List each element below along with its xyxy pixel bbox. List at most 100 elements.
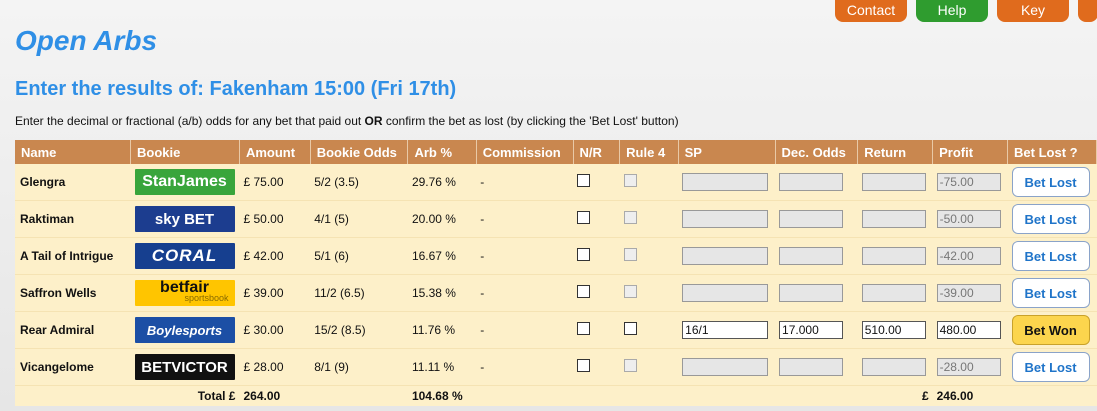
bet-lost-button[interactable]: Bet Lost xyxy=(1011,241,1090,271)
table-row: Raktiman sky BET £ 50.00 4/1 (5) 20.00 %… xyxy=(15,200,1097,238)
dec-cell xyxy=(775,237,858,275)
col-rule4: Rule 4 xyxy=(619,140,679,164)
return-cell xyxy=(857,348,933,386)
action-cell: Bet Lost xyxy=(1007,200,1097,238)
amount: £ 39.00 xyxy=(239,274,311,312)
rule4-cell xyxy=(619,200,679,238)
bet-won-button[interactable]: Bet Won xyxy=(1011,315,1090,345)
results-subtitle: Enter the results of: Fakenham 15:00 (Fr… xyxy=(15,78,457,100)
nr-checkbox[interactable] xyxy=(577,322,591,335)
betfair-logo: betfair sportsbook xyxy=(134,279,235,306)
col-sp: SP xyxy=(678,140,776,164)
return-input xyxy=(861,358,926,376)
dec-cell xyxy=(775,200,858,238)
commission: - xyxy=(476,311,574,349)
bookie-odds: 4/1 (5) xyxy=(310,200,408,238)
nr-cell xyxy=(573,274,620,312)
bet-lost-button[interactable]: Bet Lost xyxy=(1011,204,1090,234)
profit-input: -28.00 xyxy=(936,358,1001,376)
runner-name: Rear Admiral xyxy=(15,311,131,349)
return-input[interactable]: 510.00 xyxy=(861,321,926,339)
coral-logo: CORAL xyxy=(134,243,235,269)
return-input xyxy=(861,210,926,228)
sp-input[interactable]: 16/1 xyxy=(682,321,769,339)
rule4-checkbox xyxy=(623,285,637,298)
action-cell: Bet Lost xyxy=(1007,164,1097,201)
profit-cell: 480.00 xyxy=(932,311,1008,349)
nr-cell xyxy=(573,164,620,201)
boylesports-logo: Boylesports xyxy=(134,317,235,343)
rule4-checkbox xyxy=(623,211,637,224)
col-profit: Profit xyxy=(932,140,1009,164)
return-cell xyxy=(857,164,933,201)
bet-lost-button[interactable]: Bet Lost xyxy=(1011,278,1090,308)
nr-checkbox[interactable] xyxy=(577,285,591,298)
rule4-checkbox xyxy=(623,248,637,261)
betfair-logo-text: betfair xyxy=(160,279,209,296)
betvictor-logo: BETVICTOR xyxy=(134,354,235,380)
sp-input xyxy=(682,247,769,265)
arb-percent: 20.00 % xyxy=(407,200,477,238)
nr-cell xyxy=(573,200,620,238)
sp-input xyxy=(682,358,769,376)
commission: - xyxy=(476,348,574,386)
amount: £ 30.00 xyxy=(239,311,311,349)
bookie-cell: StanJames xyxy=(130,164,240,201)
sp-input xyxy=(682,284,769,302)
arb-percent: 29.76 % xyxy=(407,164,477,201)
bet-lost-button[interactable]: Bet Lost xyxy=(1011,352,1090,382)
extra-nav-button[interactable] xyxy=(1078,0,1097,22)
sp-input xyxy=(682,210,769,228)
runner-name: Glengra xyxy=(15,164,131,201)
dec-odds-input[interactable]: 17.000 xyxy=(779,321,844,339)
contact-button[interactable]: Contact xyxy=(835,0,907,22)
profit-input: -42.00 xyxy=(936,247,1001,265)
sp-cell xyxy=(678,274,776,312)
sp-input xyxy=(682,173,769,191)
runner-name: Raktiman xyxy=(15,200,131,238)
nr-checkbox[interactable] xyxy=(577,211,591,224)
nr-checkbox[interactable] xyxy=(577,174,591,187)
nr-cell xyxy=(573,348,620,386)
profit-input: -75.00 xyxy=(936,173,1001,191)
sp-cell xyxy=(678,237,776,275)
commission: - xyxy=(476,164,574,201)
totals-row: Total £ 264.00 104.68 % £ 246.00 xyxy=(15,385,1097,406)
bookie-cell: betfair sportsbook xyxy=(130,274,240,312)
profit-input: -39.00 xyxy=(936,284,1001,302)
rule4-checkbox[interactable] xyxy=(623,322,637,335)
dec-odds-input xyxy=(779,358,844,376)
rule4-checkbox xyxy=(623,174,637,187)
col-bookie-odds: Bookie Odds xyxy=(310,140,409,164)
action-cell: Bet Lost xyxy=(1007,274,1097,312)
commission: - xyxy=(476,200,574,238)
bookie-odds: 11/2 (6.5) xyxy=(310,274,408,312)
rule4-cell xyxy=(619,237,679,275)
col-dec-odds: Dec. Odds xyxy=(775,140,859,164)
key-button[interactable]: Key xyxy=(997,0,1069,22)
profit-input[interactable]: 480.00 xyxy=(936,321,1001,339)
return-cell xyxy=(857,274,933,312)
nr-checkbox[interactable] xyxy=(577,359,591,372)
dec-odds-input xyxy=(779,247,844,265)
bet-lost-button[interactable]: Bet Lost xyxy=(1011,167,1090,197)
col-arb: Arb % xyxy=(407,140,477,164)
table-row: A Tail of Intrigue CORAL £ 42.00 5/1 (6)… xyxy=(15,237,1097,275)
top-nav: Contact Help Key xyxy=(835,0,1097,22)
bookie-odds: 5/2 (3.5) xyxy=(310,164,408,201)
bookie-odds: 15/2 (8.5) xyxy=(310,311,408,349)
amount: £ 75.00 xyxy=(239,164,311,201)
dec-cell xyxy=(775,348,858,386)
sp-cell: 16/1 xyxy=(678,311,776,349)
bookie-odds: 8/1 (9) xyxy=(310,348,408,386)
bookie-odds: 5/1 (6) xyxy=(310,237,408,275)
help-button[interactable]: Help xyxy=(916,0,988,22)
action-cell: Bet Lost xyxy=(1007,348,1097,386)
arb-percent: 11.11 % xyxy=(407,348,477,386)
stanjames-logo: StanJames xyxy=(134,169,235,195)
dec-cell xyxy=(775,274,858,312)
nr-checkbox[interactable] xyxy=(577,248,591,261)
nr-cell xyxy=(573,237,620,275)
table-row: Vicangelome BETVICTOR £ 28.00 8/1 (9) 11… xyxy=(15,348,1097,386)
arb-percent: 11.76 % xyxy=(407,311,477,349)
